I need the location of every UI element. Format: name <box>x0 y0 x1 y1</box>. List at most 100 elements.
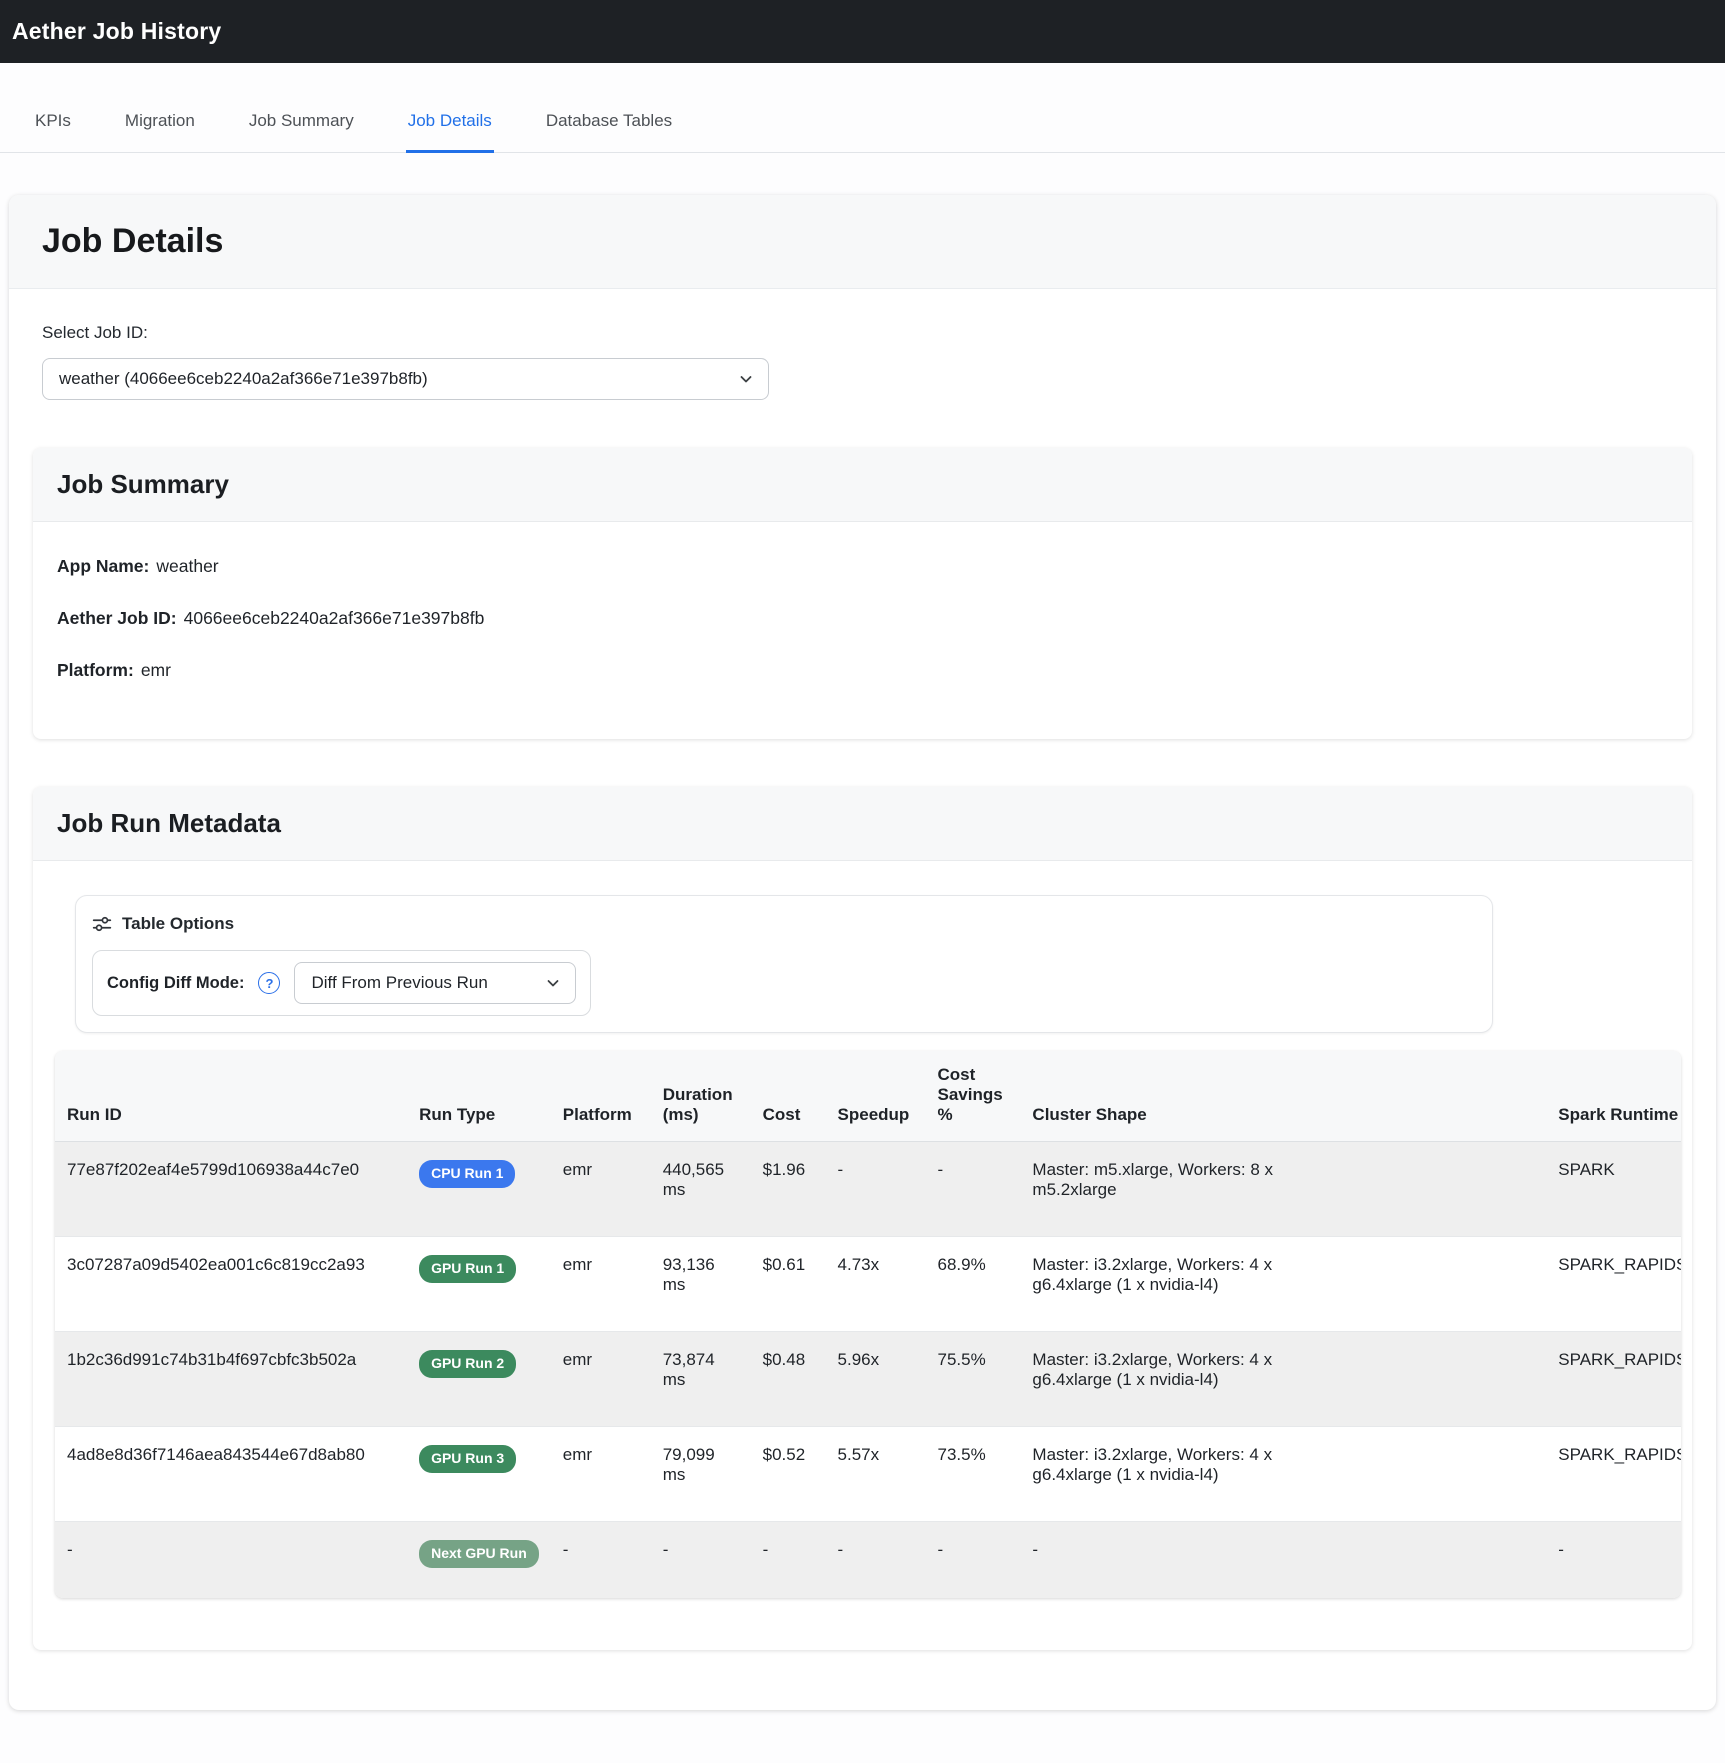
run-type-badge: Next GPU Run <box>419 1540 539 1568</box>
cluster-shape-cell: Master: m5.xlarge, Workers: 8 x m5.2xlar… <box>1020 1142 1546 1237</box>
chevron-down-icon <box>545 975 561 991</box>
run-type-badge: CPU Run 1 <box>419 1160 515 1188</box>
job-summary-title: Job Summary <box>57 469 1668 500</box>
table-row: 3c07287a09d5402ea001c6c819cc2a93 GPU Run… <box>55 1237 1681 1332</box>
job-summary-section: Job Summary App Name:weather Aether Job … <box>33 448 1692 739</box>
table-options-box: Table Options Config Diff Mode: ? Diff F… <box>75 895 1493 1033</box>
cost-cell: $1.96 <box>751 1142 826 1237</box>
config-diff-mode-value: Diff From Previous Run <box>311 973 487 993</box>
app-title: Aether Job History <box>12 18 221 45</box>
help-icon[interactable]: ? <box>258 972 280 994</box>
platform-cell: - <box>551 1522 651 1598</box>
platform-cell: emr <box>551 1332 651 1427</box>
duration-cell: - <box>651 1522 751 1598</box>
platform-value: emr <box>141 660 171 680</box>
app-name-label: App Name: <box>57 556 149 576</box>
platform-cell: emr <box>551 1142 651 1237</box>
duration-cell: 440,565 ms <box>651 1142 751 1237</box>
table-row: 4ad8e8d36f7146aea843544e67d8ab80 GPU Run… <box>55 1427 1681 1522</box>
table-options-title: Table Options <box>122 914 234 934</box>
job-run-metadata-section: Job Run Metadata Table Options Config Di… <box>33 787 1692 1650</box>
spark-runtime-cell: SPARK_RAPIDS <box>1546 1427 1681 1522</box>
job-summary-body: App Name:weather Aether Job ID: 4066ee6ce… <box>33 522 1692 739</box>
cost-savings-cell: 73.5% <box>925 1427 1020 1522</box>
job-details-card: Job Details Select Job ID: weather (4066… <box>9 195 1716 1710</box>
cost-savings-cell: - <box>925 1142 1020 1237</box>
job-run-table-container: Run ID Run Type Platform Duration (ms) C… <box>55 1051 1681 1598</box>
col-cost-savings: Cost Savings % <box>925 1051 1020 1142</box>
job-id-select-group: Select Job ID: weather (4066ee6ceb2240a2… <box>9 289 1716 400</box>
cost-cell: $0.61 <box>751 1237 826 1332</box>
run-type-badge: GPU Run 2 <box>419 1350 516 1378</box>
col-run-id: Run ID <box>55 1051 407 1142</box>
col-speedup: Speedup <box>826 1051 926 1142</box>
job-run-table: Run ID Run Type Platform Duration (ms) C… <box>55 1051 1681 1598</box>
duration-cell: 93,136 ms <box>651 1237 751 1332</box>
tab-migration[interactable]: Migration <box>123 95 197 153</box>
run-type-cell: CPU Run 1 <box>407 1142 551 1237</box>
col-cluster-shape: Cluster Shape <box>1020 1051 1546 1142</box>
duration-cell: 73,874 ms <box>651 1332 751 1427</box>
config-diff-mode-label: Config Diff Mode: <box>107 974 244 993</box>
run-type-cell: GPU Run 1 <box>407 1237 551 1332</box>
table-row: 77e87f202eaf4e5799d106938a44c7e0 CPU Run… <box>55 1142 1681 1237</box>
tab-kpis[interactable]: KPIs <box>33 95 73 153</box>
tab-job-summary[interactable]: Job Summary <box>247 95 356 153</box>
config-diff-mode-row: Config Diff Mode: ? Diff From Previous R… <box>92 950 591 1016</box>
cost-cell: $0.52 <box>751 1427 826 1522</box>
job-run-metadata-body: Table Options Config Diff Mode: ? Diff F… <box>33 861 1692 1650</box>
cost-savings-cell: 75.5% <box>925 1332 1020 1427</box>
speedup-cell: - <box>826 1142 926 1237</box>
run-type-badge: GPU Run 1 <box>419 1255 516 1283</box>
platform-field: Platform: emr <box>57 660 1668 681</box>
cost-cell: - <box>751 1522 826 1598</box>
chevron-down-icon <box>738 371 754 387</box>
cost-savings-cell: - <box>925 1522 1020 1598</box>
platform-cell: emr <box>551 1427 651 1522</box>
cost-cell: $0.48 <box>751 1332 826 1427</box>
cluster-shape-cell: - <box>1020 1522 1546 1598</box>
job-details-card-header: Job Details <box>9 195 1716 289</box>
tab-job-details[interactable]: Job Details <box>406 95 494 153</box>
cluster-shape-cell: Master: i3.2xlarge, Workers: 4 x g6.4xla… <box>1020 1427 1546 1522</box>
page-title: Job Details <box>42 222 1683 261</box>
sliders-icon <box>92 914 112 934</box>
select-job-id-label: Select Job ID: <box>42 323 1683 343</box>
table-options-title-row: Table Options <box>92 914 1476 934</box>
spark-runtime-cell: - <box>1546 1522 1681 1598</box>
col-spark-runtime: Spark Runtime <box>1546 1051 1681 1142</box>
app-header: Aether Job History <box>0 0 1725 63</box>
table-row: - Next GPU Run - - - - - - - <box>55 1522 1681 1598</box>
aether-job-id-label: Aether Job ID: <box>57 608 177 628</box>
app-name-field: App Name:weather <box>57 556 1668 577</box>
cluster-shape-cell: Master: i3.2xlarge, Workers: 4 x g6.4xla… <box>1020 1332 1546 1427</box>
col-platform: Platform <box>551 1051 651 1142</box>
duration-cell: 79,099 ms <box>651 1427 751 1522</box>
tab-bar: KPIs Migration Job Summary Job Details D… <box>0 95 1725 153</box>
table-header-row: Run ID Run Type Platform Duration (ms) C… <box>55 1051 1681 1142</box>
run-type-cell: Next GPU Run <box>407 1522 551 1598</box>
cluster-shape-cell: Master: i3.2xlarge, Workers: 4 x g6.4xla… <box>1020 1237 1546 1332</box>
job-run-metadata-header: Job Run Metadata <box>33 787 1692 861</box>
run-type-badge: GPU Run 3 <box>419 1445 516 1473</box>
spark-runtime-cell: SPARK_RAPIDS <box>1546 1332 1681 1427</box>
run-id-cell: 77e87f202eaf4e5799d106938a44c7e0 <box>55 1142 407 1237</box>
run-type-cell: GPU Run 2 <box>407 1332 551 1427</box>
run-type-cell: GPU Run 3 <box>407 1427 551 1522</box>
col-duration: Duration (ms) <box>651 1051 751 1142</box>
col-run-type: Run Type <box>407 1051 551 1142</box>
speedup-cell: 5.57x <box>826 1427 926 1522</box>
job-id-select[interactable]: weather (4066ee6ceb2240a2af366e71e397b8f… <box>42 358 769 400</box>
aether-job-id-value: 4066ee6ceb2240a2af366e71e397b8fb <box>184 608 485 628</box>
job-run-metadata-title: Job Run Metadata <box>57 808 1668 839</box>
job-id-select-value: weather (4066ee6ceb2240a2af366e71e397b8f… <box>59 369 428 389</box>
platform-cell: emr <box>551 1237 651 1332</box>
run-id-cell: 3c07287a09d5402ea001c6c819cc2a93 <box>55 1237 407 1332</box>
tab-database-tables[interactable]: Database Tables <box>544 95 674 153</box>
speedup-cell: 4.73x <box>826 1237 926 1332</box>
run-id-cell: - <box>55 1522 407 1598</box>
cost-savings-cell: 68.9% <box>925 1237 1020 1332</box>
config-diff-mode-select[interactable]: Diff From Previous Run <box>294 962 576 1004</box>
platform-label: Platform: <box>57 660 134 680</box>
run-id-cell: 1b2c36d991c74b31b4f697cbfc3b502a <box>55 1332 407 1427</box>
